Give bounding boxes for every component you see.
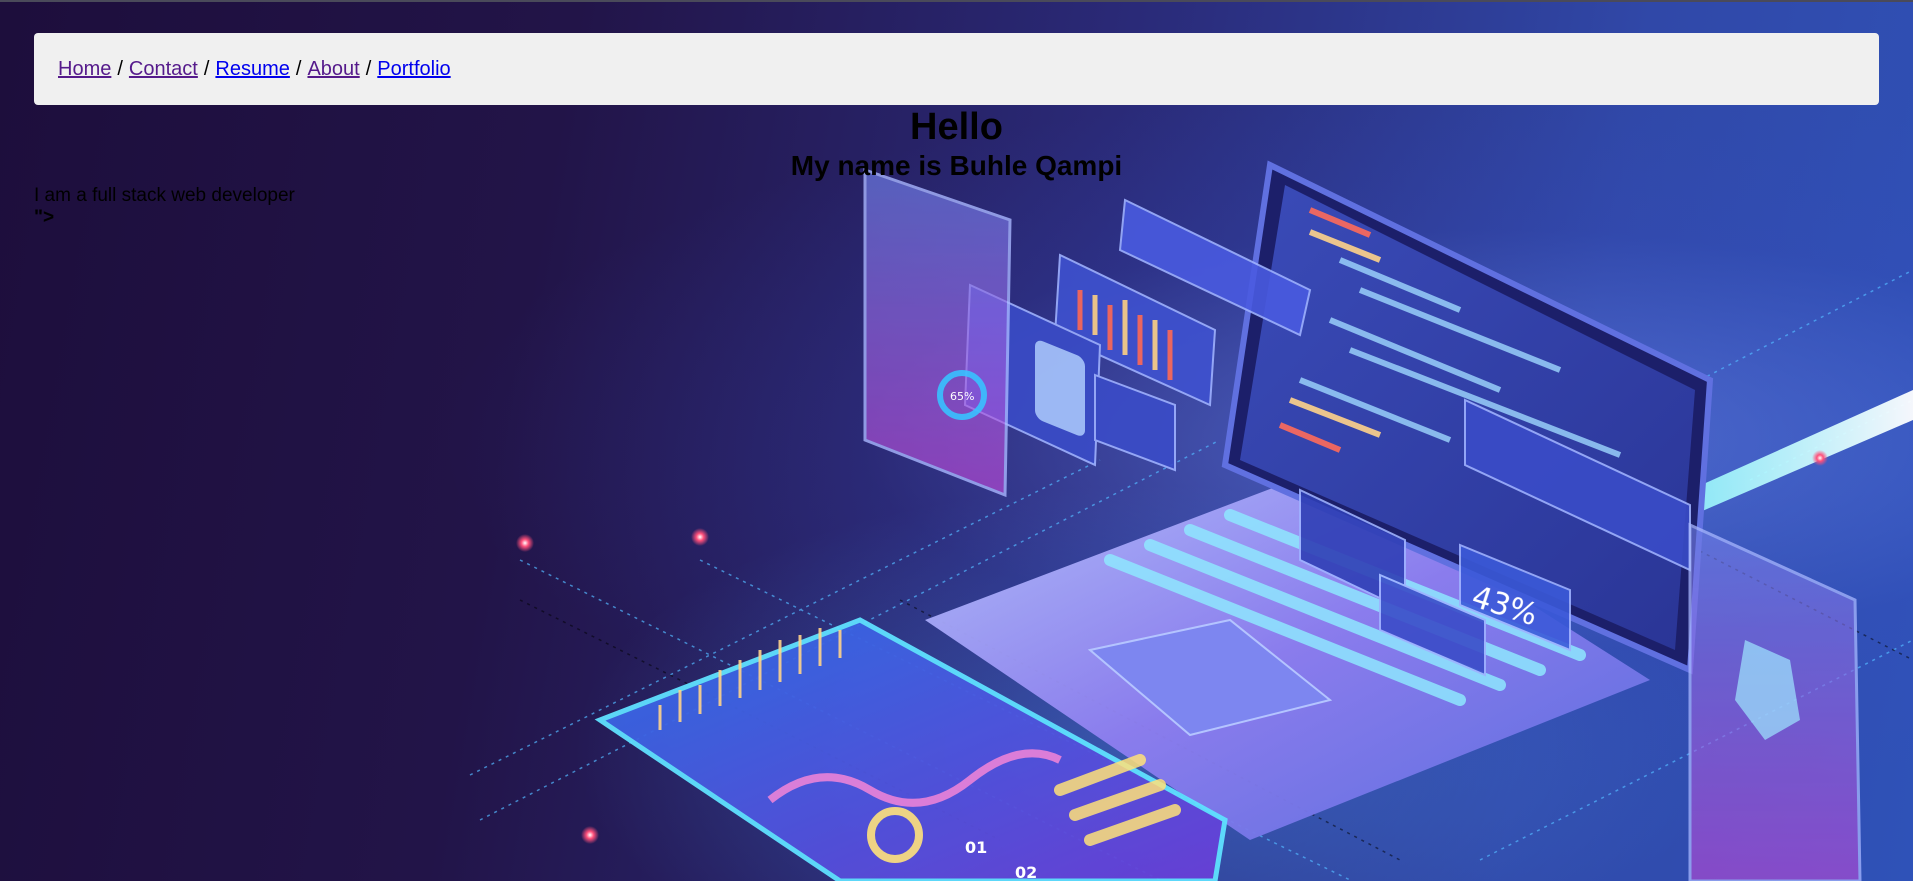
nav-separator: / (117, 57, 123, 80)
nav-link-contact[interactable]: Contact (129, 58, 198, 81)
nav-link-resume[interactable]: Resume (215, 58, 289, 81)
nav-separator: / (295, 57, 302, 80)
artwork-phone-badge: 65% (950, 390, 974, 403)
tagline-text: I am a full stack web developer (34, 185, 295, 206)
nav-separator: / (203, 57, 210, 80)
nav-link-about[interactable]: About (307, 58, 359, 81)
nav-link-home[interactable]: Home (58, 58, 111, 81)
nav-separator: / (365, 57, 372, 80)
stray-markup-text: "> (34, 207, 55, 228)
artwork-tablet-badge-1: 01 (965, 838, 987, 857)
nav-link-portfolio[interactable]: Portfolio (377, 58, 450, 81)
breadcrumb-nav: Home / Contact / Resume / About / Portfo… (34, 33, 1879, 105)
greeting-heading: Hello (910, 106, 1003, 148)
name-heading: My name is Buhle Qampi (790, 150, 1123, 181)
artwork-tablet-badge-2: 02 (1015, 863, 1037, 881)
